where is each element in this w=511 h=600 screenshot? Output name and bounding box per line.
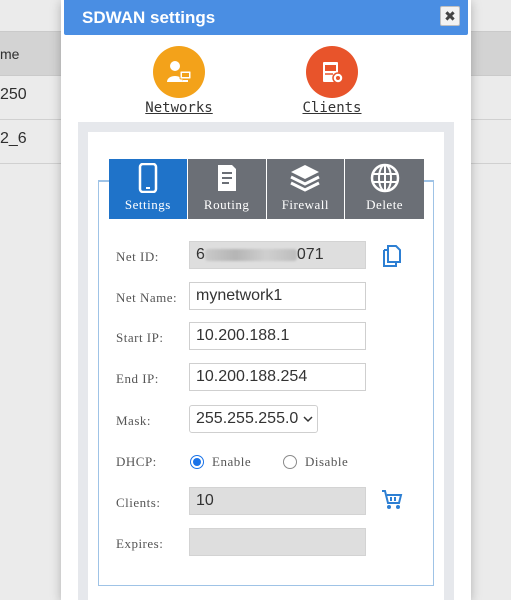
mask-value: 255.255.255.0	[196, 410, 299, 427]
mask-select[interactable]: 255.255.255.0	[189, 405, 318, 433]
expires-field	[189, 528, 366, 556]
dhcp-disable-radio[interactable]	[283, 455, 297, 469]
settings-tabs: Settings Routing Firewall Delete	[109, 159, 424, 219]
nav-networks-label: Networks	[145, 100, 213, 116]
clients-field: 10	[189, 487, 366, 515]
end-ip-input[interactable]: 10.200.188.254	[189, 363, 366, 391]
close-icon: ✖	[444, 8, 456, 24]
settings-panel-inner: Settings Routing Firewall Delete Net ID:…	[88, 132, 444, 600]
dhcp-label: DHCP:	[116, 454, 157, 469]
dhcp-enable-label: Enable	[212, 454, 252, 469]
tab-firewall[interactable]: Firewall	[266, 159, 346, 219]
net-name-label: Net Name:	[116, 290, 178, 305]
net-id-field: 6 071	[189, 241, 366, 269]
cart-icon[interactable]	[381, 489, 403, 516]
tab-settings-label: Settings	[124, 197, 171, 212]
net-id-prefix: 6	[196, 246, 205, 263]
tab-routing-label: Routing	[203, 197, 250, 212]
end-ip-label: End IP:	[116, 371, 159, 386]
tab-settings[interactable]: Settings	[109, 159, 188, 219]
mask-label: Mask:	[116, 413, 151, 428]
clients-icon	[306, 46, 358, 98]
globe-icon	[345, 159, 424, 193]
document-icon	[188, 159, 266, 193]
chevron-down-icon	[303, 406, 313, 442]
net-id-label: Net ID:	[116, 249, 159, 264]
start-ip-label: Start IP:	[116, 330, 164, 345]
tab-delete-label: Delete	[366, 197, 404, 212]
nav-clients-label: Clients	[302, 100, 362, 116]
start-ip-input[interactable]: 10.200.188.1	[189, 322, 366, 350]
phone-icon	[109, 159, 187, 193]
networks-icon	[153, 46, 205, 98]
dhcp-enable-radio[interactable]	[190, 455, 204, 469]
expires-label: Expires:	[116, 536, 164, 551]
tab-delete[interactable]: Delete	[345, 159, 424, 219]
dhcp-disable-label: Disable	[305, 454, 349, 469]
close-button[interactable]: ✖	[440, 6, 460, 26]
top-nav: Networks Clients	[61, 46, 471, 120]
tab-firewall-label: Firewall	[281, 197, 330, 212]
dialog-titlebar[interactable]: SDWAN settings ✖	[64, 0, 468, 35]
clients-label: Clients:	[116, 495, 161, 510]
nav-networks[interactable]: Networks	[124, 46, 234, 116]
nav-clients[interactable]: Clients	[277, 46, 387, 116]
copy-icon[interactable]	[381, 245, 403, 272]
net-id-redacted	[204, 248, 297, 261]
sdwan-settings-dialog: SDWAN settings ✖ Networks Clients Settin…	[61, 0, 471, 600]
net-id-suffix: 071	[296, 246, 324, 263]
dialog-title: SDWAN settings	[82, 8, 216, 27]
settings-panel: Settings Routing Firewall Delete Net ID:…	[78, 122, 454, 600]
net-name-input[interactable]: mynetwork1	[189, 282, 366, 310]
layers-icon	[267, 159, 345, 193]
tab-routing[interactable]: Routing	[187, 159, 267, 219]
